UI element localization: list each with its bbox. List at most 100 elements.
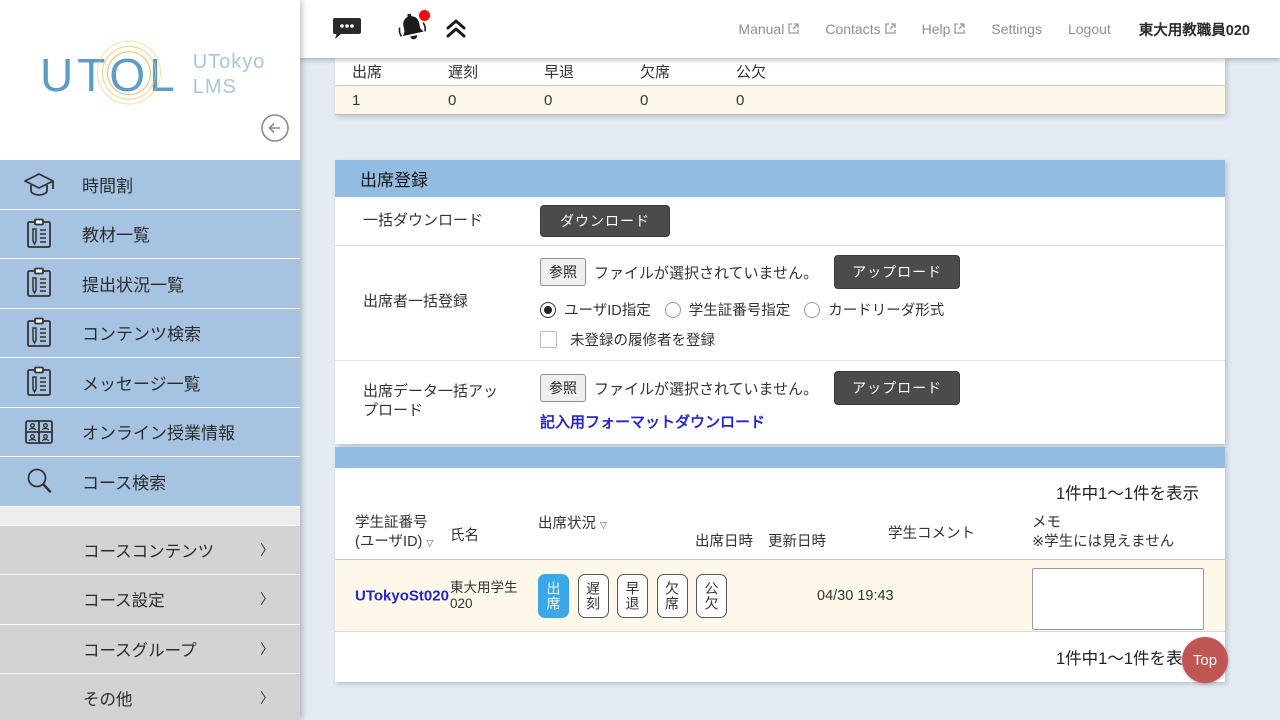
utol-logo: UTOL UTokyo LMS <box>40 48 265 102</box>
sidebar-item-others[interactable]: その他 〉 <box>0 674 300 720</box>
chat-icon[interactable] <box>332 14 362 45</box>
sidebar-menu: 時間割 教材一覧 提出状況一覧 コンテンツ検索 メッセージ一覧 <box>0 160 300 507</box>
sidebar-item-content-search[interactable]: コンテンツ検索 <box>0 309 300 359</box>
sidebar-item-timetable[interactable]: 時間割 <box>0 160 300 210</box>
summary-value-row: 1 0 0 0 0 <box>335 86 1225 115</box>
data-upload-label: 出席データ一括アップロード <box>335 371 540 432</box>
column-header-name: 氏名 <box>450 527 479 546</box>
attendee-bulk-controls: 参照 ファイルが選択されていません。 アップロード ユーザID指定 学生証番号指… <box>540 255 960 350</box>
upload-button[interactable]: アップロード <box>834 371 960 405</box>
main-content: 出席 遅刻 早退 欠席 公欠 1 0 0 0 0 出席登録 一括ダウンロード ダ… <box>300 58 1280 720</box>
download-button[interactable]: ダウンロード <box>540 205 670 237</box>
chevron-right-icon: 〉 <box>260 589 274 609</box>
settings-link[interactable]: Settings <box>991 21 1042 37</box>
manual-link[interactable]: Manual <box>738 21 799 37</box>
clipboard-icon <box>20 218 58 250</box>
attendee-bulk-label: 出席者一括登録 <box>335 255 540 350</box>
result-count-text: 1件中1〜1件を表示 <box>1056 645 1199 669</box>
sidebar-item-course-search[interactable]: コース検索 <box>0 457 300 507</box>
help-link[interactable]: Help <box>922 21 966 37</box>
student-id-link[interactable]: UTokyoSt020 <box>355 587 449 604</box>
student-name: 東大用学生020 <box>450 579 534 611</box>
sort-icon[interactable]: ▽ <box>600 520 607 530</box>
attendance-data-upload-row: 出席データ一括アップロード 参照 ファイルが選択されていません。 アップロード … <box>335 361 1225 444</box>
clipboard-icon <box>20 317 58 349</box>
column-header-attendance-datetime: 出席日時 <box>695 533 753 552</box>
sidebar-item-label: 提出状況一覧 <box>82 271 184 296</box>
summary-value-attend: 1 <box>335 92 431 109</box>
back-arrow-icon <box>260 131 290 146</box>
updated-datetime-value: 04/30 19:43 <box>817 588 894 604</box>
status-button-early-leave[interactable]: 早退 <box>617 574 648 618</box>
table-row: UTokyoSt020 東大用学生020 出席 遅刻 早退 欠席 公欠 04/3… <box>335 560 1225 632</box>
notification-badge <box>419 10 430 21</box>
collapse-header-icon[interactable] <box>444 15 468 44</box>
column-header-student-comment: 学生コメント <box>888 525 975 544</box>
sidebar-item-submissions[interactable]: 提出状況一覧 <box>0 259 300 309</box>
file-select-line: 参照 ファイルが選択されていません。 アップロード <box>540 255 960 289</box>
summary-value-early-leave: 0 <box>527 92 623 109</box>
user-name: 東大用教職員020 <box>1139 19 1250 40</box>
no-file-text: ファイルが選択されていません。 <box>594 262 818 283</box>
status-button-absent[interactable]: 欠席 <box>657 574 688 618</box>
sidebar-item-messages[interactable]: メッセージ一覧 <box>0 358 300 408</box>
status-button-group: 出席 遅刻 早退 欠席 公欠 <box>538 574 727 618</box>
memo-textarea[interactable] <box>1032 568 1204 630</box>
contacts-link[interactable]: Contacts <box>825 21 895 37</box>
sidebar-section-divider <box>0 507 300 526</box>
sidebar-collapse-button[interactable] <box>260 113 290 143</box>
column-header-student-id[interactable]: 学生証番号 (ユーザID) ▽ <box>355 514 433 552</box>
status-button-late[interactable]: 遅刻 <box>578 574 609 618</box>
summary-header-late: 遅刻 <box>431 61 527 82</box>
topbar-icons <box>300 12 468 47</box>
sidebar-item-label: コースグループ <box>83 637 197 661</box>
topbar-links: Manual Contacts Help Settings Logout 東大用… <box>712 19 1250 40</box>
column-header-updated-datetime: 更新日時 <box>768 533 826 552</box>
unregistered-checkbox[interactable] <box>540 331 557 348</box>
panel-title: 出席登録 <box>335 160 1225 197</box>
summary-value-late: 0 <box>431 92 527 109</box>
sidebar-item-materials[interactable]: 教材一覧 <box>0 210 300 260</box>
scroll-to-top-button[interactable]: Top <box>1182 637 1228 683</box>
logo-text: UTOL <box>40 48 179 102</box>
file-select-line: 参照 ファイルが選択されていません。 アップロード <box>540 371 960 405</box>
sidebar-item-online-class[interactable]: オンライン授業情報 <box>0 408 300 458</box>
logout-link[interactable]: Logout <box>1068 21 1111 37</box>
sidebar: UTOL UTokyo LMS 時間割 教材一覧 <box>0 0 300 720</box>
sidebar-item-course-group[interactable]: コースグループ 〉 <box>0 625 300 675</box>
clipboard-icon <box>20 366 58 398</box>
status-button-attend[interactable]: 出席 <box>538 574 569 618</box>
radio-user-id[interactable]: ユーザID指定 <box>540 299 651 320</box>
attendance-summary-table: 出席 遅刻 早退 欠席 公欠 1 0 0 0 0 <box>335 58 1225 115</box>
format-download-link[interactable]: 記入用フォーマットダウンロード <box>540 411 765 432</box>
radio-student-number[interactable]: 学生証番号指定 <box>665 299 791 320</box>
sidebar-item-label: メッセージ一覧 <box>82 370 201 395</box>
column-header-status[interactable]: 出席状況 ▽ <box>538 515 607 534</box>
results-footer: 1件中1〜1件を表示 <box>335 632 1225 682</box>
chevron-right-icon: 〉 <box>260 688 274 708</box>
browse-button[interactable]: 参照 <box>540 258 586 286</box>
attendance-registration-panel: 出席登録 一括ダウンロード ダウンロード 出席者一括登録 参照 ファイルが選択さ… <box>335 160 1225 444</box>
radio-unselected-icon <box>665 302 681 318</box>
browse-button[interactable]: 参照 <box>540 374 586 402</box>
summary-value-absent: 0 <box>623 92 719 109</box>
sort-icon[interactable]: ▽ <box>426 538 433 548</box>
sidebar-item-label: その他 <box>83 686 133 710</box>
chevron-right-icon: 〉 <box>260 639 274 659</box>
column-header-memo: メモ ※学生には見えません <box>1032 514 1174 552</box>
sidebar-item-label: 教材一覧 <box>82 221 150 246</box>
sidebar-item-label: コース設定 <box>83 587 165 611</box>
summary-header-row: 出席 遅刻 早退 欠席 公欠 <box>335 58 1225 86</box>
sidebar-item-course-contents[interactable]: コースコンテンツ 〉 <box>0 526 300 576</box>
no-file-text: ファイルが選択されていません。 <box>594 378 818 399</box>
results-header-bar <box>335 447 1225 468</box>
sidebar-course-menu: コースコンテンツ 〉 コース設定 〉 コースグループ 〉 その他 〉 <box>0 526 300 720</box>
sidebar-item-course-settings[interactable]: コース設定 〉 <box>0 575 300 625</box>
data-upload-controls: 参照 ファイルが選択されていません。 アップロード 記入用フォーマットダウンロー… <box>540 371 960 432</box>
register-type-radios: ユーザID指定 学生証番号指定 カードリーダ形式 <box>540 299 960 320</box>
radio-card-reader[interactable]: カードリーダ形式 <box>804 299 944 320</box>
status-button-excused[interactable]: 公欠 <box>696 574 727 618</box>
upload-button[interactable]: アップロード <box>834 255 960 289</box>
results-table-header: 1件中1〜1件を表示 学生証番号 (ユーザID) ▽ 氏名 出席状況 ▽ 出席日… <box>335 468 1225 560</box>
notification-bell-icon[interactable] <box>396 12 428 47</box>
